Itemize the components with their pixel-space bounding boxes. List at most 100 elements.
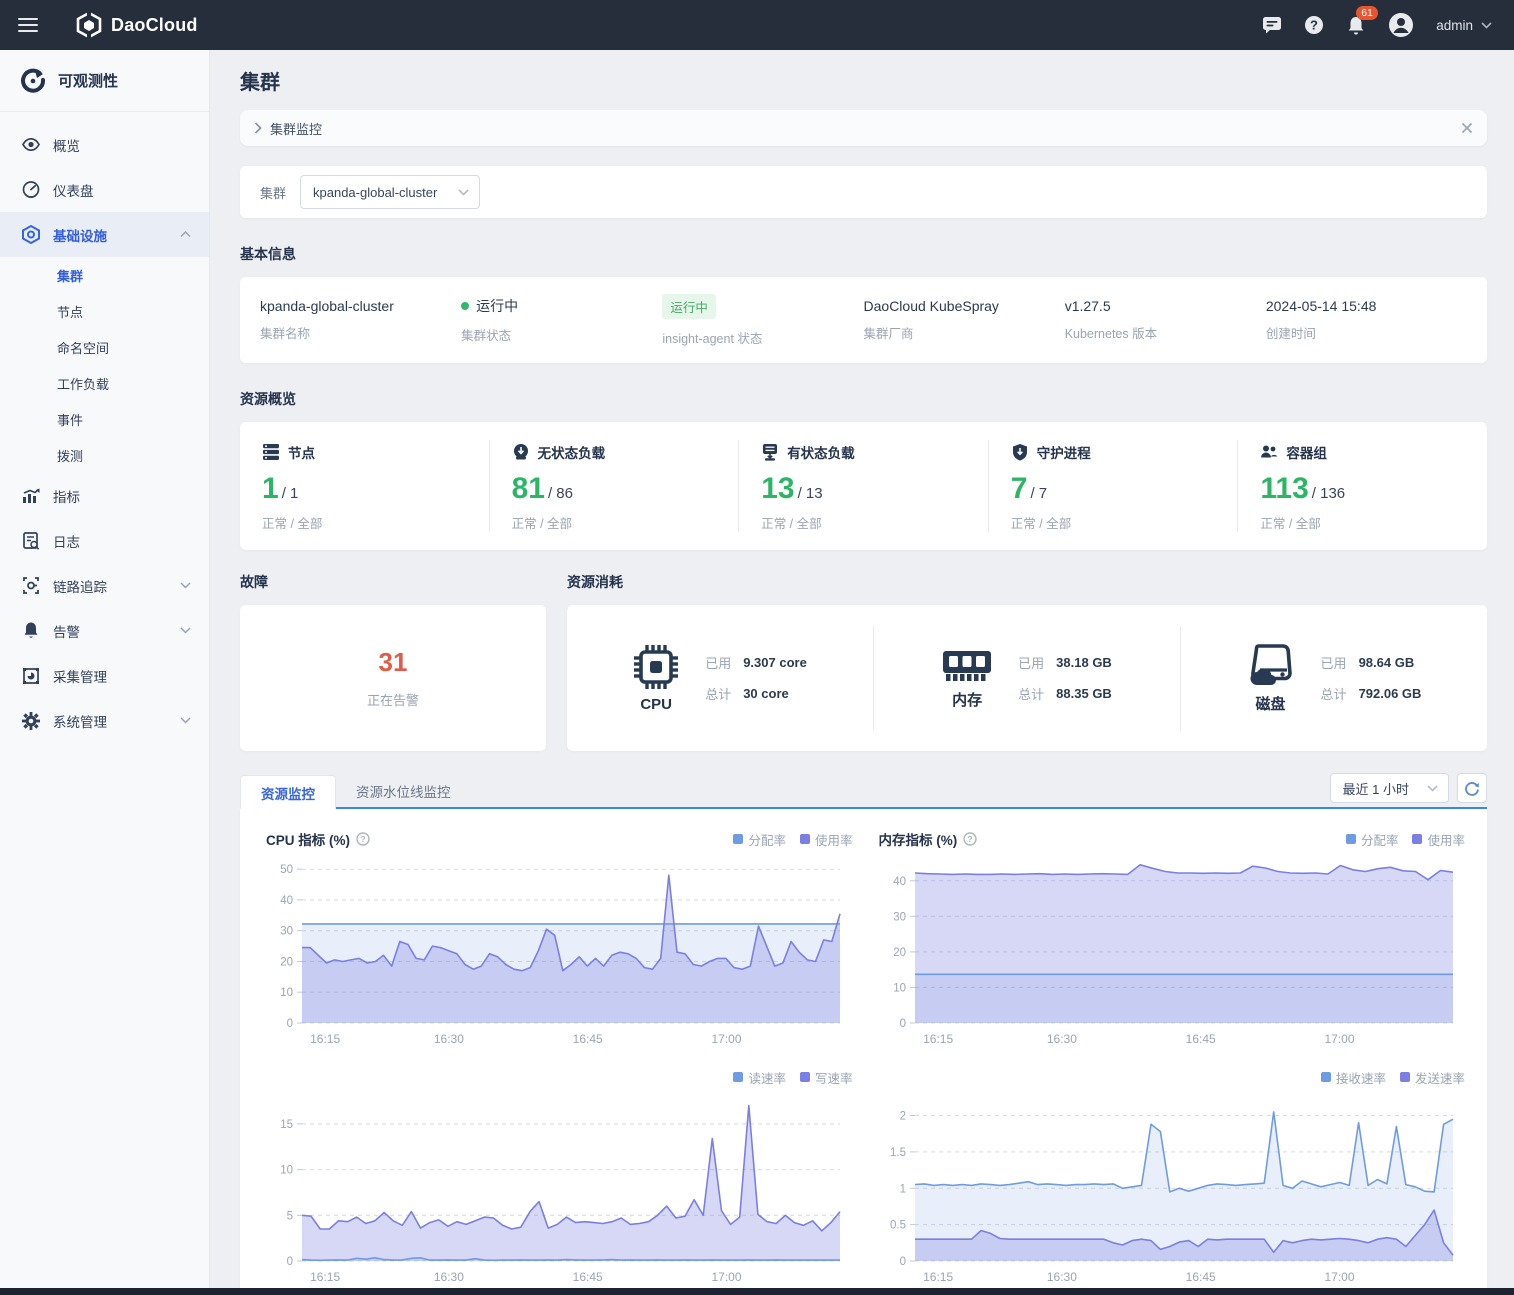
chevron-down-icon	[180, 582, 191, 589]
sidebar-item-system[interactable]: 系统管理	[0, 698, 209, 743]
fault-card: 31 正在告警	[240, 605, 546, 751]
legend-item[interactable]: 写速率	[800, 1068, 853, 1087]
svg-text:16:30: 16:30	[434, 1270, 464, 1284]
sidebar-subitem-event[interactable]: 事件	[0, 401, 209, 437]
sidebar-item-label: 链路追踪	[53, 576, 107, 596]
legend-item[interactable]: 使用率	[800, 830, 853, 849]
sidebar-item-metrics[interactable]: 指标	[0, 473, 209, 518]
svg-text:?: ?	[360, 834, 365, 844]
consumption-memory: 内存 已用38.18 GB 总计88.35 GB	[874, 626, 1181, 730]
svg-text:16:45: 16:45	[1185, 1270, 1215, 1284]
svg-text:20: 20	[280, 957, 293, 969]
info-cluster-name: kpanda-global-cluster 集群名称	[260, 298, 461, 342]
sidebar-item-alerts[interactable]: 告警	[0, 608, 209, 653]
chart-legend: 接收速率发送速率	[1321, 1068, 1465, 1087]
overview-nodes: 节点 1/ 1 正常 / 全部	[240, 440, 490, 532]
svg-text:0: 0	[287, 1256, 293, 1268]
consumption-disk: 磁盘 已用98.64 GB 总计792.06 GB	[1181, 626, 1487, 730]
svg-text:1.5: 1.5	[890, 1147, 906, 1159]
tab-watermark-monitor[interactable]: 资源水位线监控	[336, 775, 471, 807]
chevron-down-icon	[1427, 785, 1438, 792]
cluster-select[interactable]: kpanda-global-cluster	[300, 175, 480, 209]
svg-text:16:30: 16:30	[1046, 1032, 1076, 1046]
monitor-tabbar: 资源监控 资源水位线监控 最近 1 小时	[240, 775, 1487, 809]
svg-text:30: 30	[893, 911, 906, 923]
consumption-cpu: CPU 已用9.307 core 总计30 core	[567, 626, 874, 730]
legend-item[interactable]: 分配率	[733, 830, 786, 849]
svg-text:17:00: 17:00	[1324, 1270, 1354, 1284]
metrics-icon	[22, 488, 40, 504]
sidebar-item-infrastructure[interactable]: 基础设施	[0, 212, 209, 257]
sidebar-subitem-namespace[interactable]: 命名空间	[0, 329, 209, 365]
sidebar-subitem-workload[interactable]: 工作负载	[0, 365, 209, 401]
svg-text:10: 10	[893, 982, 906, 994]
chart-head: 接收速率发送速率	[873, 1065, 1470, 1089]
sidebar-subitem-node[interactable]: 节点	[0, 293, 209, 329]
legend-item[interactable]: 使用率	[1412, 830, 1465, 849]
legend-item[interactable]: 分配率	[1346, 830, 1399, 849]
sidebar-item-label: 采集管理	[53, 666, 107, 686]
sidebar-item-label: 概览	[53, 135, 80, 155]
chart-plot: 00.511.5216:1516:3016:4517:00	[873, 1089, 1463, 1289]
charts-card: CPU 指标 (%)?分配率使用率0102030405016:1516:3016…	[240, 809, 1487, 1295]
legend-item[interactable]: 发送速率	[1400, 1068, 1465, 1087]
refresh-button[interactable]	[1457, 773, 1487, 803]
avatar[interactable]	[1388, 12, 1414, 38]
basic-info-title: 基本信息	[240, 244, 1487, 264]
memory-icon	[942, 647, 992, 683]
svg-text:16:45: 16:45	[573, 1270, 603, 1284]
overview-stateless: 无状态负载 81/ 86 正常 / 全部	[490, 440, 740, 532]
sidebar-subitem-probe[interactable]: 拨测	[0, 437, 209, 473]
svg-text:17:00: 17:00	[711, 1032, 741, 1046]
svg-text:10: 10	[280, 987, 293, 999]
close-icon[interactable]	[1461, 122, 1473, 134]
svg-text:1: 1	[899, 1183, 905, 1195]
hamburger-menu-icon[interactable]	[18, 18, 38, 32]
svg-text:16:15: 16:15	[310, 1032, 340, 1046]
chart-cpu-metrics: CPU 指标 (%)?分配率使用率0102030405016:1516:3016…	[252, 821, 865, 1051]
brand[interactable]: DaoCloud	[76, 12, 198, 38]
svg-text:17:00: 17:00	[711, 1270, 741, 1284]
basic-info-card: kpanda-global-cluster 集群名称 运行中 集群状态 运行中 …	[240, 277, 1487, 363]
tab-resource-monitor[interactable]: 资源监控	[240, 775, 336, 809]
svg-text:?: ?	[968, 834, 973, 844]
help-icon[interactable]: ?	[1304, 15, 1324, 35]
bell-icon	[22, 621, 40, 640]
sidebar-item-collection[interactable]: 采集管理	[0, 653, 209, 698]
sidebar-submenu-infrastructure: 集群 节点 命名空间 工作负载 事件 拨测	[0, 257, 209, 473]
disk-icon	[1247, 643, 1295, 687]
app-window: DaoCloud ? 61 admin	[0, 0, 1514, 1295]
chart-disk-rate: 读速率写速率05101516:1516:3016:4517:00	[252, 1059, 865, 1289]
legend-item[interactable]: 读速率	[733, 1068, 786, 1087]
chart-title: 内存指标 (%)?	[879, 829, 978, 849]
banner-text: 集群监控	[270, 119, 322, 138]
resource-overview-title: 资源概览	[240, 389, 1487, 409]
sidebar-item-logs[interactable]: 日志	[0, 518, 209, 563]
info-cluster-status: 运行中 集群状态	[461, 296, 662, 344]
stateful-workload-icon	[761, 443, 779, 461]
status-dot-green	[461, 302, 469, 310]
legend-item[interactable]: 接收速率	[1321, 1068, 1386, 1087]
sidebar-item-label: 告警	[53, 621, 80, 641]
sidebar-item-label: 日志	[53, 531, 80, 551]
time-range-select[interactable]: 最近 1 小时	[1330, 773, 1449, 803]
notification-bell-icon[interactable]: 61	[1346, 15, 1366, 36]
gauge-icon	[22, 181, 40, 198]
info-created-time: 2024-05-14 15:48 创建时间	[1266, 298, 1467, 342]
sidebar-item-dashboard[interactable]: 仪表盘	[0, 167, 209, 212]
cluster-monitor-banner: 集群监控	[240, 110, 1487, 146]
help-icon: ?	[356, 832, 370, 846]
cluster-filter-card: 集群 kpanda-global-cluster	[240, 166, 1487, 218]
main-content: 集群 集群监控 集群 kpanda-global-cluster 基本信息 kp…	[210, 50, 1514, 1288]
sidebar-subitem-cluster[interactable]: 集群	[0, 257, 209, 293]
message-icon[interactable]	[1262, 16, 1282, 34]
top-bar: DaoCloud ? 61 admin	[0, 0, 1514, 50]
hexagon-icon	[22, 225, 40, 244]
chart-head: 读速率写速率	[260, 1065, 857, 1089]
refresh-icon	[1464, 780, 1480, 796]
sidebar-item-overview[interactable]: 概览	[0, 122, 209, 167]
user-menu[interactable]: admin	[1436, 18, 1492, 33]
chevron-right-icon	[254, 122, 262, 134]
svg-text:15: 15	[280, 1119, 293, 1131]
sidebar-item-tracing[interactable]: 链路追踪	[0, 563, 209, 608]
